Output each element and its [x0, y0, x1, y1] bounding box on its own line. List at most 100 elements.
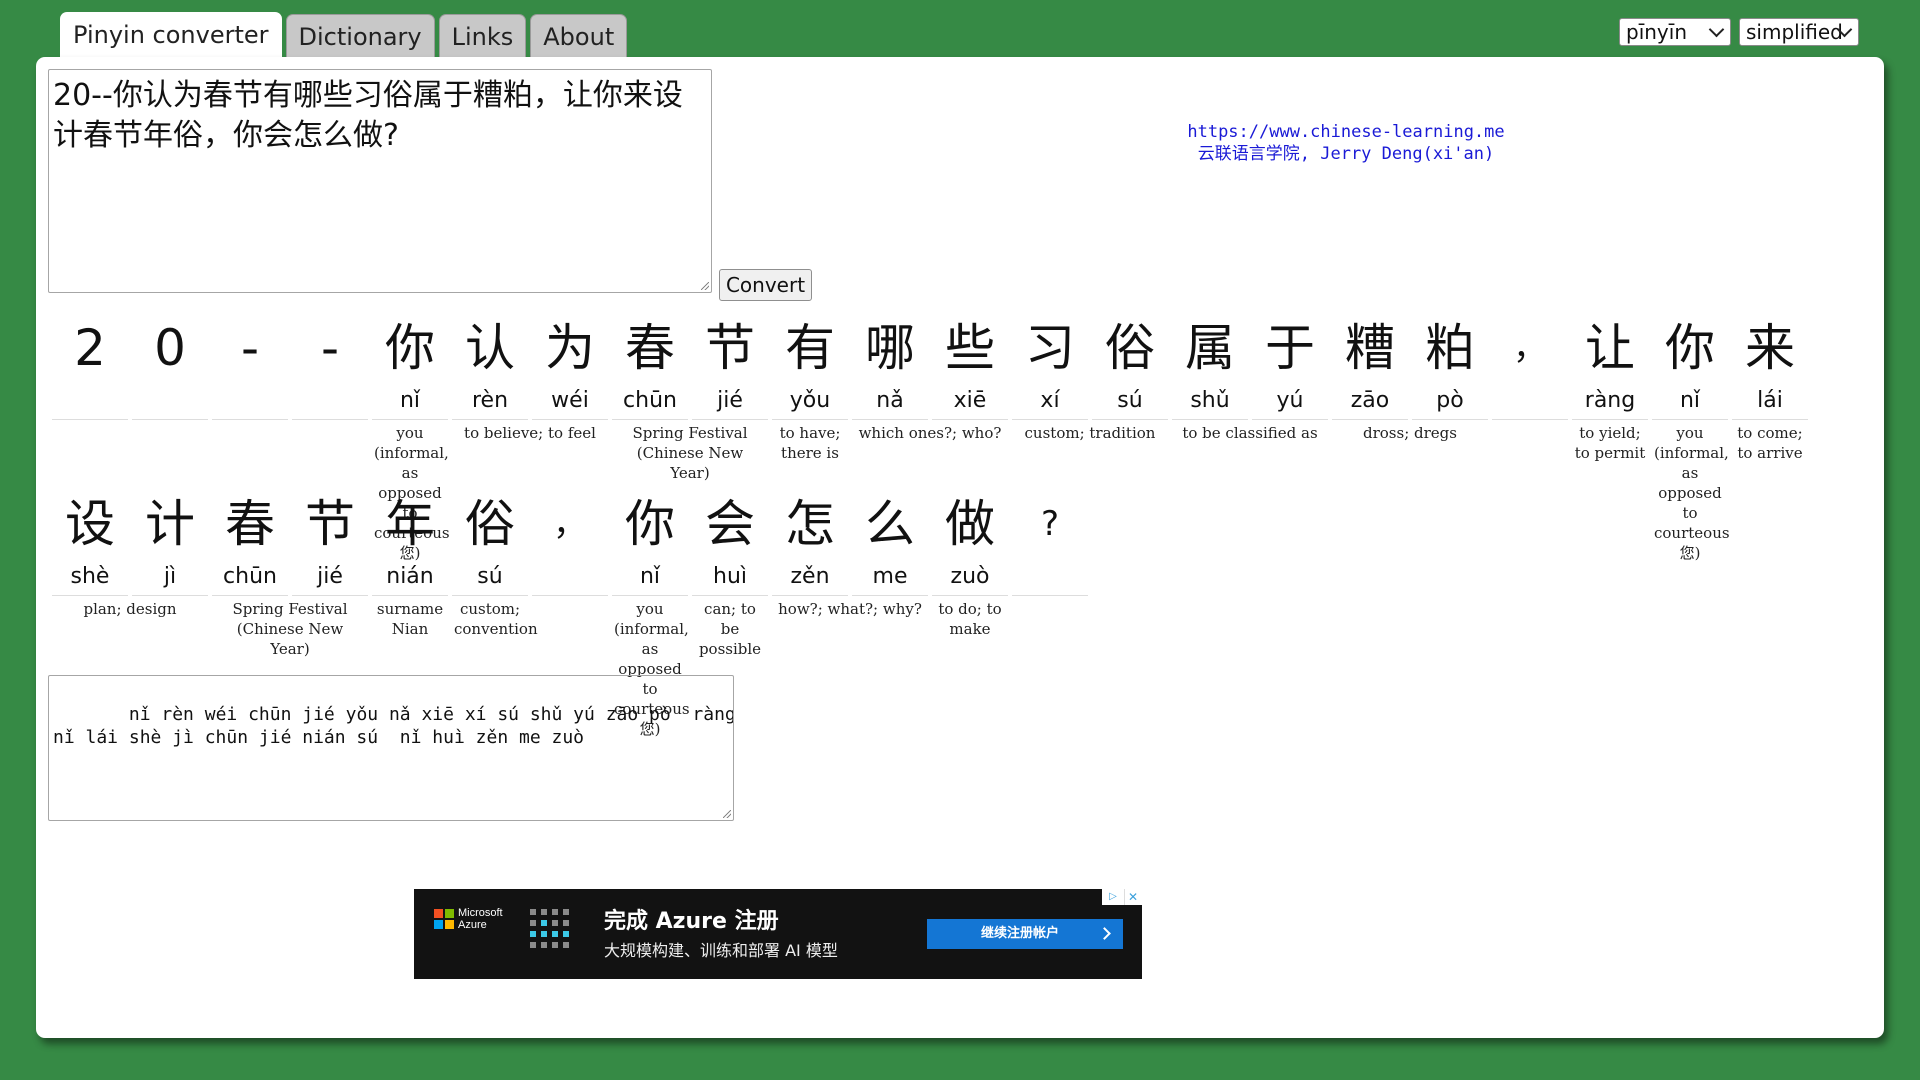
tab-dictionary[interactable]: Dictionary — [285, 14, 435, 58]
word-cell[interactable]: 习 xí custom; tradition — [1012, 313, 1155, 442]
word-cell[interactable]: 俗 sú custom; convention — [452, 489, 538, 638]
pinyin-reading: nǎ — [852, 383, 928, 420]
pinyin-reading: zěn — [772, 559, 848, 596]
pinyin-output[interactable]: nǐ rèn wéi chūn jié yǒu nǎ xiē xí sú shǔ… — [48, 675, 734, 821]
tone-mode-select[interactable]: pīnyīn — [1619, 18, 1731, 46]
hanzi-character: 春 — [225, 495, 275, 553]
word-cell[interactable]: 于 yú — [1252, 313, 1328, 420]
word-cell[interactable]: 糟 zāo dross; dregs — [1332, 313, 1457, 442]
definition: Spring Festival (Chinese New Year) — [632, 424, 748, 482]
tab-pinyin-converter[interactable]: Pinyin converter — [60, 12, 282, 58]
word-cell[interactable]: - — [292, 313, 368, 420]
word-cell[interactable]: 年 nián surname Nian — [372, 489, 448, 638]
word-cell[interactable]: ? — [1012, 489, 1088, 596]
ad-subtitle: 大规模构建、训练和部署 AI 模型 — [604, 941, 838, 960]
hanzi-character: 习 — [1025, 319, 1075, 377]
word-cell[interactable]: 怎 zěn how?; what?; why? — [772, 489, 922, 618]
hanzi-character: ， — [553, 504, 587, 544]
word-cell[interactable]: 么 me — [852, 489, 928, 596]
word-cell[interactable]: 你 nǐ you (informal, as opposed to courteou… — [612, 489, 690, 738]
hanzi-character: 春 — [625, 319, 675, 377]
pinyin-reading — [292, 383, 368, 420]
word-cell[interactable]: 你 nǐ you (informal, as opposed to courteou… — [1652, 313, 1730, 562]
word-cell[interactable]: 设 shè plan; design — [52, 489, 177, 618]
hanzi-character: 你 — [625, 495, 675, 553]
word-cell[interactable]: 些 xiē — [932, 313, 1008, 420]
word-cell[interactable]: 0 — [132, 313, 208, 420]
site-link[interactable]: https://www.chinese-learning.me — [1046, 121, 1646, 143]
chinese-input[interactable]: 20--你认为春节有哪些习俗属于糟粕，让你来设计春节年俗，你会怎么做? — [48, 69, 712, 293]
convert-button[interactable]: Convert — [719, 269, 812, 301]
word-row-2: 设 shè plan; design 计 jì 春 chūn Spring Festival … — [52, 489, 1088, 738]
definition: to yield; to permit — [1574, 424, 1646, 462]
tab-about[interactable]: About — [530, 14, 628, 58]
definition: custom; convention — [454, 600, 538, 638]
hanzi-character: 你 — [385, 319, 435, 377]
hanzi-character: 认 — [465, 319, 515, 377]
pinyin-reading: me — [852, 559, 928, 596]
pinyin-reading: ràng — [1572, 383, 1648, 420]
hanzi-character: 来 — [1745, 319, 1795, 377]
word-cell[interactable]: 有 yǒu to have; there is — [772, 313, 848, 462]
pinyin-reading: xí — [1012, 383, 1088, 420]
tab-links[interactable]: Links — [438, 14, 527, 58]
word-cell[interactable]: 让 ràng to yield; to permit — [1572, 313, 1648, 462]
options-bar: pīnyīn simplified — [1619, 18, 1859, 46]
definition: to have; there is — [779, 424, 841, 462]
pinyin-reading: chūn — [612, 383, 688, 420]
close-icon[interactable]: ✕ — [1124, 889, 1141, 905]
word-cell[interactable]: ， — [532, 489, 608, 596]
hanzi-character: ? — [1040, 504, 1060, 544]
word-cell[interactable]: 节 jié — [692, 313, 768, 420]
pinyin-reading: wéi — [532, 383, 608, 420]
hanzi-character: 0 — [154, 319, 186, 377]
word-cell[interactable]: 春 chūn Spring Festival (Chinese New Year) — [612, 313, 748, 482]
word-cell[interactable]: 认 rèn to believe; to feel — [452, 313, 596, 442]
hanzi-character: 哪 — [865, 319, 915, 377]
word-cell[interactable]: 节 jié — [292, 489, 368, 596]
hanzi-character: 糟 — [1345, 319, 1395, 377]
hanzi-character: ， — [1513, 328, 1547, 368]
definition: dross; dregs — [1363, 424, 1457, 442]
word-cell[interactable]: 俗 sú — [1092, 313, 1168, 420]
word-cell[interactable]: 计 jì — [132, 489, 208, 596]
ad-cta-button[interactable]: 继续注册帐户 — [927, 919, 1123, 949]
word-cell[interactable]: 会 huì can; to be possible — [692, 489, 768, 658]
word-cell[interactable]: ， — [1492, 313, 1568, 420]
pinyin-reading: yǒu — [772, 383, 848, 420]
pinyin-reading: pò — [1412, 383, 1488, 420]
hanzi-character: 设 — [65, 495, 115, 553]
tab-bar: Pinyin converter Dictionary Links About — [60, 12, 628, 58]
microsoft-logo-icon — [434, 909, 454, 929]
pinyin-reading: huì — [692, 559, 768, 596]
word-cell[interactable]: 做 zuò to do; to make — [932, 489, 1008, 638]
hanzi-character: 为 — [545, 319, 595, 377]
tone-mode-value: pīnyīn — [1626, 20, 1687, 44]
hanzi-character: 俗 — [1105, 319, 1155, 377]
author-credit: 云联语言学院, Jerry Deng(xi'an) — [1197, 144, 1495, 164]
word-cell[interactable]: 来 lái to come; to arrive — [1732, 313, 1808, 462]
word-row-1: 2 0- - 你 nǐ you (informal, as opposed to cour… — [52, 313, 1808, 562]
resize-grip-icon[interactable] — [723, 810, 731, 818]
word-cell[interactable]: 春 chūn Spring Festival (Chinese New Year) — [212, 489, 348, 658]
word-cell[interactable]: 哪 nǎ which ones?; who? — [852, 313, 1001, 442]
resize-grip-icon[interactable] — [701, 282, 709, 290]
ad-brand: Microsoft Azure — [458, 907, 503, 931]
script-select[interactable]: simplified — [1739, 18, 1859, 46]
definition: to believe; to feel — [464, 424, 596, 442]
hanzi-character: 怎 — [785, 495, 835, 553]
hanzi-character: 属 — [1185, 319, 1235, 377]
ad-banner[interactable]: Microsoft Azure 完成 Azure 注册 大规模构建、训练和部署 … — [414, 889, 1142, 979]
hanzi-character: 节 — [305, 495, 355, 553]
word-cell[interactable]: 你 nǐ you (informal, as opposed to courteou… — [372, 313, 450, 562]
word-cell[interactable]: 2 — [52, 313, 128, 420]
ad-choices[interactable]: ▷ ✕ — [1102, 889, 1142, 905]
word-cell[interactable]: 粕 pò — [1412, 313, 1488, 420]
word-cell[interactable]: 属 shǔ to be classified as — [1172, 313, 1318, 442]
hanzi-character: 2 — [74, 319, 106, 377]
pinyin-reading: nǐ — [612, 559, 688, 596]
word-cell[interactable]: - — [212, 313, 288, 420]
word-cell[interactable]: 为 wéi — [532, 313, 608, 420]
pinyin-reading: zāo — [1332, 383, 1408, 420]
adchoices-icon[interactable]: ▷ — [1102, 889, 1124, 905]
